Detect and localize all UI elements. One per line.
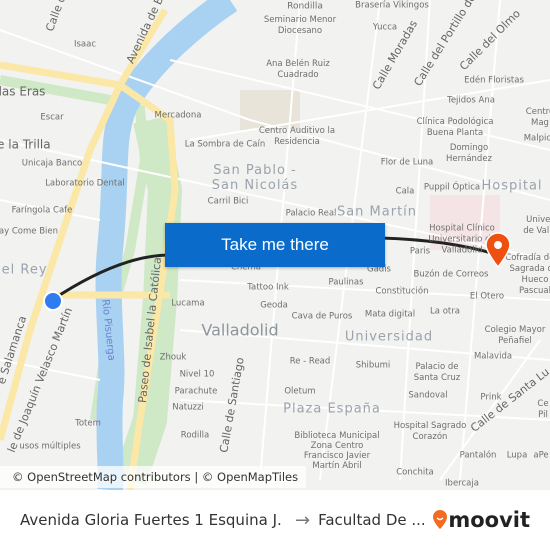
poi-label: Carril Bici [207, 196, 249, 207]
poi-label: Isaac [73, 39, 97, 50]
poi-label: Faríngola Cafe [11, 205, 73, 216]
poi-label: Tejidos Ana [447, 95, 495, 106]
poi-label: La otra [430, 306, 460, 317]
street-label: de la Trilla [0, 137, 51, 152]
poi-label: Hospital Sagrado Corazón [393, 421, 467, 442]
district-label: del Rey [0, 262, 48, 278]
arrow-right-icon: → [295, 509, 311, 531]
district-label: San Pablo - San Nicolás [211, 163, 299, 193]
poi-label: Re - Read [289, 356, 331, 367]
poi-label: Totem [75, 418, 101, 429]
poi-label: Constitución [375, 286, 429, 297]
poi-label: Univer de Valla [523, 215, 550, 236]
poi-label: Malpica [523, 133, 550, 144]
district-label: Universidad [344, 329, 434, 345]
origin-marker[interactable] [43, 291, 63, 311]
poi-label: Centro Auditivo la Residencia [258, 126, 336, 147]
poi-label: Palacio de Santa Cruz [413, 362, 461, 383]
poi-label: Mata digital [364, 309, 416, 320]
poi-label: aPe [533, 450, 549, 461]
poi-label: Edén Floristas [464, 75, 524, 86]
poi-label: Natuzzi [172, 402, 204, 413]
poi-label: Lupa [506, 450, 528, 461]
poi-label: Clínica Podológica Buena Planta [416, 117, 494, 138]
poi-label: Rodilla [180, 430, 210, 441]
poi-label: Seminario Menor Diocesano [263, 15, 337, 36]
poi-label: Mercadona [154, 110, 202, 121]
poi-label: way Come Bien [0, 226, 59, 237]
poi-label: Cava de Puros [291, 311, 353, 322]
moovit-wordmark: moovit [448, 508, 530, 532]
city-label: Valladolid [201, 320, 279, 340]
destination-pin-icon[interactable] [483, 232, 513, 268]
poi-label: Rondilla [287, 1, 323, 12]
poi-label: Nivel 10 [179, 369, 215, 380]
poi-label: Tattoo Ink [247, 282, 289, 293]
poi-label: Ce Pil [537, 399, 549, 420]
poi-label: Ana Belén Ruiz Cuadrado [266, 59, 330, 80]
poi-label: Biblioteca Municipal Zona Centro Francis… [294, 431, 380, 471]
poi-label: El Otero [469, 291, 505, 302]
poi-label: Shibumi [355, 360, 391, 371]
destination-stop: Facultad De ... [318, 511, 426, 529]
district-label: Plaza España [283, 401, 381, 417]
poi-label: Malavida [473, 351, 513, 362]
poi-label: Lucama [171, 298, 205, 309]
moovit-logo: moovit [432, 508, 530, 532]
poi-label: Centro Mag [525, 107, 550, 128]
poi-label: Buzón de Correos [413, 269, 489, 280]
street-label: las Eras [0, 84, 46, 99]
poi-label: Unicaja Banco [21, 158, 83, 169]
map[interactable]: Calle de Avenida de B Isaac Seminario Me… [0, 0, 550, 490]
origin-stop: Avenida Gloria Fuertes 1 Esquina J... [20, 511, 283, 529]
poi-label: Pantalón [459, 450, 497, 461]
poi-label: Escar [40, 112, 64, 123]
poi-label: Paulinas [328, 277, 364, 288]
poi-label: Conchita [396, 467, 434, 478]
poi-label: La Sombra de Caín [184, 139, 266, 150]
poi-label: Flor de Luna [380, 157, 434, 168]
poi-label: Ibercaja [445, 478, 479, 489]
district-label: San Martín [336, 204, 418, 220]
poi-label: usos múltiples [19, 441, 81, 452]
poi-label: Yucca [372, 22, 398, 33]
map-attribution[interactable]: © OpenStreetMap contributors | © OpenMap… [0, 466, 307, 488]
poi-label: Sandoval [408, 390, 448, 401]
poi-label: Zhouk [159, 352, 187, 363]
poi-label: Palacio Real [285, 208, 337, 219]
moovit-pin-icon [433, 510, 448, 529]
poi-label: Colegio Mayor Peñafiel [484, 325, 546, 346]
poi-label: Domingo Hernández [445, 143, 493, 164]
poi-label: Oletum [284, 386, 316, 397]
poi-label: Laboratorio Dental [45, 178, 125, 189]
poi-label: Cala [395, 186, 415, 197]
take-me-there-button[interactable]: Take me there [165, 223, 385, 267]
poi-label: Brasería Vikingos [355, 0, 429, 11]
poi-label: Geoda [260, 300, 288, 311]
poi-label: Puppil Óptica [423, 182, 481, 193]
district-label: Hospital [481, 178, 543, 194]
poi-label: Parachute [174, 386, 218, 397]
